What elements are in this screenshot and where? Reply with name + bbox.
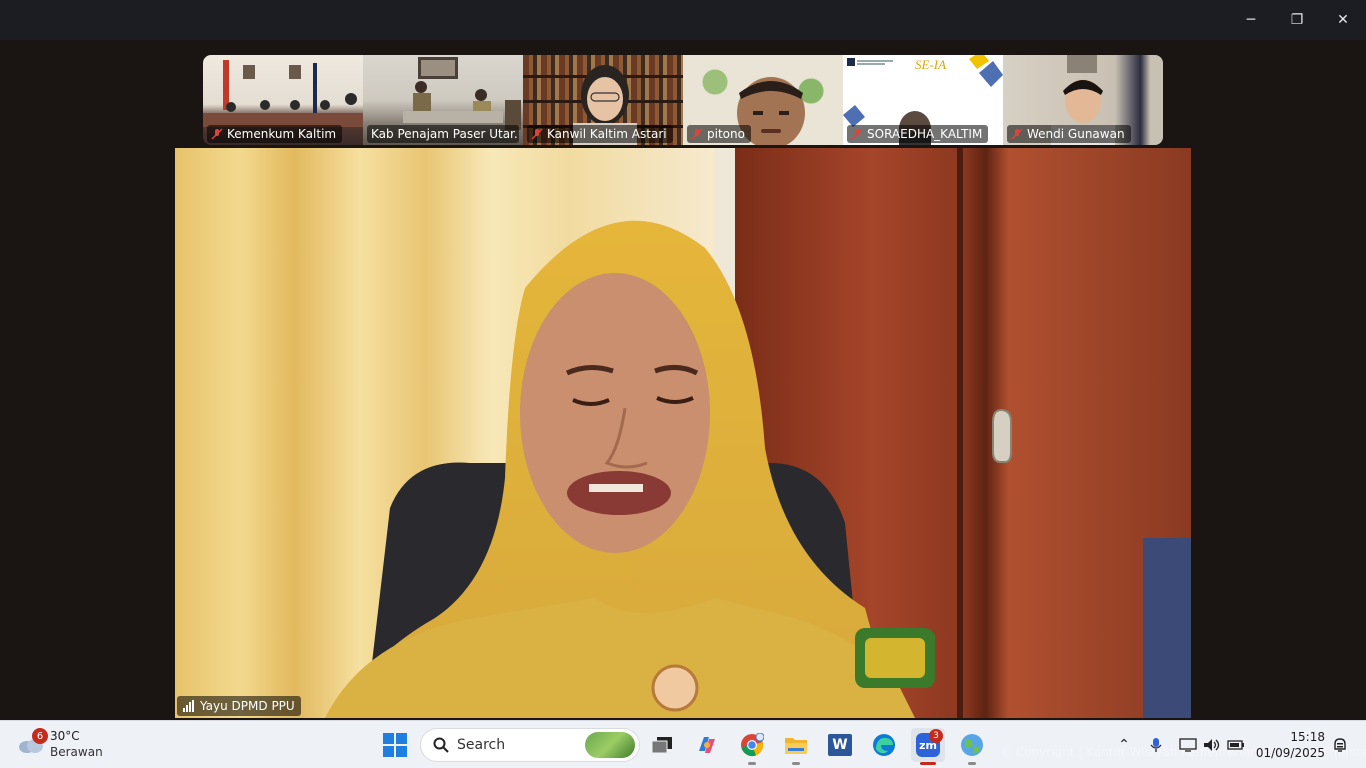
chrome-icon	[741, 733, 764, 757]
notification-bell-icon	[1334, 738, 1346, 752]
taskbar-app-copilot[interactable]	[690, 728, 724, 762]
maximize-button[interactable]: ❐	[1274, 0, 1320, 40]
muted-mic-icon	[211, 128, 223, 140]
running-indicator	[968, 762, 976, 765]
weather-temperature: 30°C	[50, 729, 80, 743]
battery-glyph-icon	[1227, 740, 1244, 750]
clock-date: 01/09/2025	[1255, 746, 1325, 760]
windows-logo-pane	[396, 746, 407, 757]
participant-tile[interactable]: SE-IA SORAEDHA_KALTIM	[843, 55, 1003, 145]
slide-banner-text: SE-IA	[915, 57, 946, 72]
volume-icon[interactable]	[1202, 735, 1222, 755]
participant-name: Kab Penajam Paser Utar...	[371, 127, 519, 141]
participant-name: Kemenkum Kaltim	[227, 127, 337, 141]
taskbar-app-task-view[interactable]	[645, 728, 679, 762]
task-view-icon	[651, 737, 672, 754]
taskbar-app-word[interactable]: W	[823, 728, 857, 762]
participant-name-tag: Kab Penajam Paser Utar...	[367, 125, 519, 143]
participant-tile[interactable]: Kanwil Kaltim Astari	[523, 55, 683, 145]
speaker-video-frame	[175, 148, 1191, 718]
participant-tile[interactable]: Kemenkum Kaltim	[203, 55, 363, 145]
muted-mic-icon	[691, 128, 703, 140]
taskbar-search[interactable]: Search	[420, 728, 640, 762]
word-icon: W	[828, 734, 852, 756]
taskbar-app-chrome[interactable]	[735, 728, 769, 765]
participant-tile[interactable]: pitono	[683, 55, 843, 145]
network-icon[interactable]	[1178, 735, 1198, 755]
battery-icon[interactable]	[1226, 735, 1246, 755]
weather-condition: Berawan	[50, 745, 103, 759]
participant-tile[interactable]: Wendi Gunawan	[1003, 55, 1163, 145]
search-placeholder: Search	[457, 737, 506, 753]
participant-name-tag: pitono	[687, 125, 751, 143]
muted-mic-icon	[1011, 128, 1023, 140]
weather-alert-badge: 6	[32, 728, 48, 744]
muted-mic-icon	[531, 128, 543, 140]
running-indicator	[792, 762, 800, 765]
search-highlight-image	[585, 732, 635, 758]
taskbar-app-file-explorer[interactable]	[779, 728, 813, 765]
windows-logo-pane	[383, 733, 394, 744]
zoom-notification-badge: 3	[929, 729, 943, 743]
muted-mic-icon	[851, 128, 863, 140]
signal-strength-icon	[183, 700, 194, 712]
main-speaker-video[interactable]: Yayu DPMD PPU	[175, 148, 1191, 718]
window-titlebar: ─ ❐ ✕	[0, 0, 1366, 40]
participant-name: Wendi Gunawan	[1027, 127, 1125, 141]
taskbar-app-zoom[interactable]: zm 3	[911, 728, 945, 765]
windows-logo-pane	[396, 733, 407, 744]
microphone-icon[interactable]	[1146, 735, 1166, 755]
participant-name-tag: Kemenkum Kaltim	[207, 125, 343, 143]
participant-name-tag: SORAEDHA_KALTIM	[847, 125, 989, 143]
network-monitor-icon	[1179, 738, 1197, 752]
edge-icon	[873, 734, 895, 756]
windows-taskbar: 6 30°C Berawan Search W zm 3 © Copyright…	[0, 720, 1366, 768]
speaker-name: Yayu DPMD PPU	[200, 699, 295, 713]
participant-name: pitono	[707, 127, 745, 141]
globe-icon	[961, 734, 983, 756]
copilot-icon	[699, 737, 715, 753]
close-button[interactable]: ✕	[1320, 0, 1366, 40]
participant-name: SORAEDHA_KALTIM	[867, 127, 983, 141]
running-indicator	[748, 762, 756, 765]
windows-logo-pane	[383, 746, 394, 757]
notification-icon[interactable]	[1330, 735, 1350, 755]
folder-icon	[785, 738, 807, 754]
speaker-name-tag: Yayu DPMD PPU	[177, 696, 301, 716]
minimize-button[interactable]: ─	[1228, 0, 1274, 40]
participant-name: Kanwil Kaltim Astari	[547, 127, 667, 141]
taskbar-app-edge[interactable]	[867, 728, 901, 762]
weather-widget[interactable]: 6 30°C Berawan	[14, 727, 124, 763]
start-button[interactable]	[383, 733, 407, 757]
taskbar-app-maps[interactable]	[955, 728, 989, 765]
participant-tile[interactable]: Kab Penajam Paser Utar...	[363, 55, 523, 145]
microphone-glyph-icon	[1150, 738, 1162, 752]
participant-gallery-strip: Kemenkum Kaltim Kab Penajam Paser Utar..…	[203, 55, 1163, 145]
clock-time: 15:18	[1290, 730, 1325, 744]
tray-overflow-chevron-icon[interactable]: ⌃	[1114, 735, 1134, 755]
participant-name-tag: Wendi Gunawan	[1007, 125, 1131, 143]
running-indicator	[920, 762, 936, 765]
speaker-icon	[1204, 739, 1220, 751]
search-icon	[433, 737, 449, 753]
taskbar-clock[interactable]: 15:18 01/09/2025	[1250, 729, 1325, 761]
participant-name-tag: Kanwil Kaltim Astari	[527, 125, 673, 143]
